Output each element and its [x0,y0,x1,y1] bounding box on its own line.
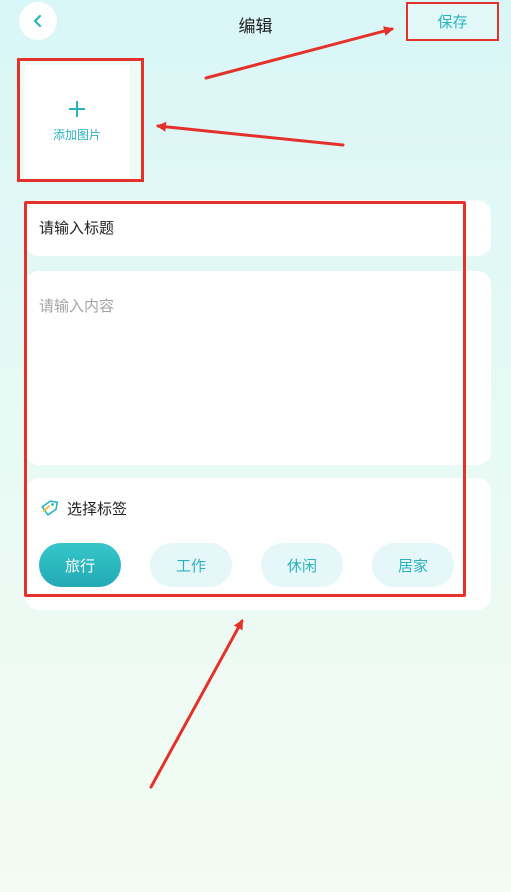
arrow-to-add-image [156,121,345,147]
save-button[interactable]: 保存 [406,2,499,41]
tag-heading: 选择标签 [67,500,128,518]
tag-chip-travel[interactable]: 旅行 [39,543,121,587]
add-image-tile[interactable]: 添加图片 [24,65,130,178]
arrow-to-form [149,619,244,789]
tag-icon [41,499,59,516]
tag-chip-work[interactable]: 工作 [150,543,232,587]
add-image-label: 添加图片 [52,128,101,142]
tag-chip-home[interactable]: 居家 [372,543,454,587]
title-card: 请输入标题 [25,200,491,256]
tag-header: 选择标签 [39,498,127,519]
plus-icon [69,101,85,117]
tag-chip-leisure[interactable]: 休闲 [261,543,343,587]
title-input[interactable]: 请输入标题 [39,200,114,256]
content-card: 请输入内容 [25,271,491,465]
add-image-button[interactable]: 添加图片 [17,58,144,182]
content-input[interactable]: 请输入内容 [39,295,114,316]
